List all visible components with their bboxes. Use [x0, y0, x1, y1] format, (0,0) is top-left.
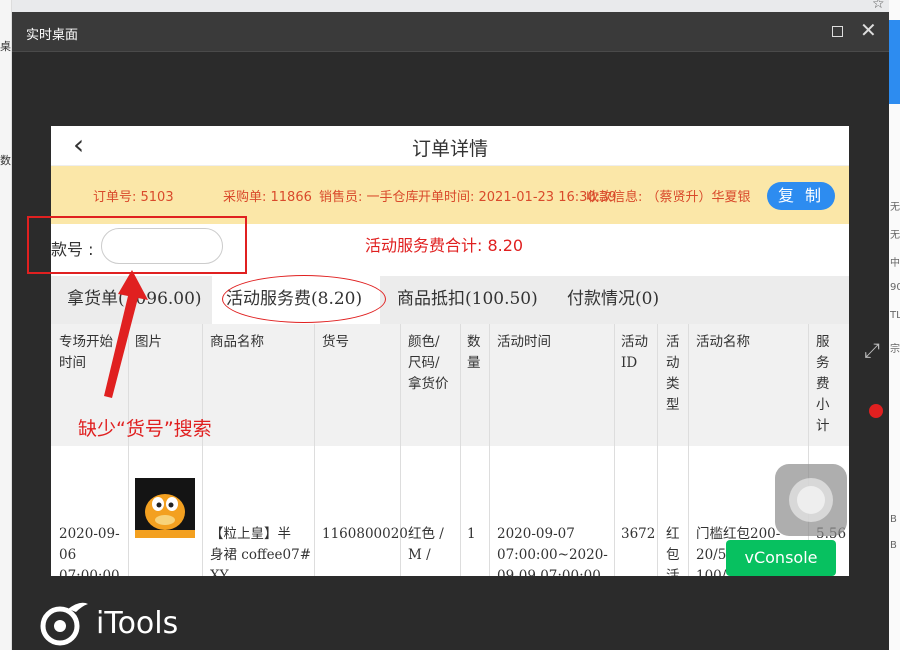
- column-divider: [314, 324, 315, 576]
- assistive-touch-button[interactable]: [775, 464, 847, 536]
- cell-sku: 1160800020: [322, 526, 408, 542]
- product-thumbnail[interactable]: [135, 478, 195, 538]
- column-divider: [657, 324, 658, 576]
- background-right-panel: 无 无 中 90 TL 宗 B B: [889, 0, 900, 660]
- bg-right-char: 宗: [890, 344, 900, 355]
- header-product-name: 商品名称: [210, 334, 264, 350]
- header-activity-id: 活动 ID: [621, 334, 648, 371]
- star-icon[interactable]: ☆: [872, 0, 885, 12]
- payee-info: 收款信息: （蔡贤升）华夏银: [586, 190, 751, 205]
- header-start-time: 专场开始 时间: [59, 334, 113, 371]
- tab-deduction[interactable]: 商品抵扣(100.50): [397, 276, 553, 324]
- header-color-size-price: 颜色/尺码/拿货价: [408, 334, 449, 392]
- annotation-missing-sku-search: 缺少“货号”搜索: [78, 418, 212, 440]
- bg-left-char: 数: [0, 154, 11, 167]
- header-activity-name: 活动名称: [696, 334, 750, 350]
- background-bottom-strip: [0, 650, 900, 660]
- background-left-panel: 桌 数: [0, 0, 12, 660]
- bg-right-char: 中: [890, 258, 900, 269]
- vconsole-button[interactable]: vConsole: [726, 540, 836, 576]
- bg-right-char: TL: [890, 310, 900, 321]
- bg-right-char: 无: [890, 230, 900, 241]
- header-quantity: 数量: [467, 334, 481, 371]
- record-dot-icon[interactable]: [869, 404, 883, 418]
- header-sku: 货号: [322, 334, 349, 350]
- service-fee-total: 活动服务费合计: 8.20: [365, 236, 524, 255]
- fullscreen-icon[interactable]: ⤢: [864, 338, 880, 362]
- page-title: 订单详情: [411, 138, 488, 160]
- column-divider: [688, 324, 689, 576]
- bg-right-char: 无: [890, 202, 900, 213]
- column-divider: [808, 324, 809, 576]
- cell-activity-id: 3672: [621, 526, 656, 542]
- order-number: 订单号: 5103: [93, 190, 174, 205]
- annotation-ellipse: [222, 275, 386, 323]
- close-icon[interactable]: ✕: [860, 20, 877, 40]
- nav-bar: ‹ 订单详情: [51, 126, 849, 166]
- column-divider: [614, 324, 615, 576]
- bg-right-char: B: [890, 514, 897, 525]
- header-activity-time: 活动时间: [497, 334, 551, 350]
- cell-quantity: 1: [467, 526, 476, 542]
- column-divider: [460, 324, 461, 576]
- itools-wordmark: iTools: [96, 606, 179, 641]
- product-image: [135, 478, 195, 538]
- cell-activity-type: 红包活: [666, 526, 680, 576]
- column-divider: [128, 324, 129, 576]
- bg-blue-strip: [889, 20, 900, 104]
- bg-left-char: 桌: [0, 40, 11, 53]
- window-titlebar: 实时桌面 ✕: [12, 12, 889, 52]
- tab-pickup-order[interactable]: 拿货单(1096.00): [67, 276, 207, 324]
- itools-icon: [40, 602, 88, 646]
- tab-payment[interactable]: 付款情况(0): [567, 276, 697, 324]
- bg-right-char: B: [890, 540, 897, 551]
- tab-bar: 拿货单(1096.00) 活动服务费(8.20) 商品抵扣(100.50) 付款…: [51, 276, 849, 324]
- header-image: 图片: [135, 334, 162, 350]
- annotation-box: [27, 216, 247, 274]
- cell-start-time: 2020-09- 06 07:00:00: [59, 526, 120, 576]
- cell-color-size: 红色 / M /: [408, 526, 444, 563]
- itools-logo: iTools: [38, 600, 178, 650]
- phone-screen: ‹ 订单详情 订单号: 5103 采购单: 11866 销售员: 一手仓库 开单…: [51, 126, 849, 576]
- column-divider: [202, 324, 203, 576]
- bg-right-char: 90: [890, 282, 900, 293]
- seller: 销售员: 一手仓库: [319, 190, 419, 205]
- copy-button[interactable]: 复 制: [767, 182, 835, 210]
- cell-activity-time: 2020-09-07 07:00:00~2020- 09-09 07:00:00: [497, 526, 608, 576]
- window-title: 实时桌面: [26, 28, 79, 43]
- cell-product-name: 【粒上皇】半 身裙 coffee07# XY: [210, 526, 312, 576]
- header-service-fee: 服务费小计: [816, 334, 830, 434]
- header-activity-type: 活动类型: [666, 334, 680, 413]
- purchase-number: 采购单: 11866: [223, 190, 312, 205]
- column-divider: [489, 324, 490, 576]
- maximize-icon[interactable]: [832, 26, 843, 37]
